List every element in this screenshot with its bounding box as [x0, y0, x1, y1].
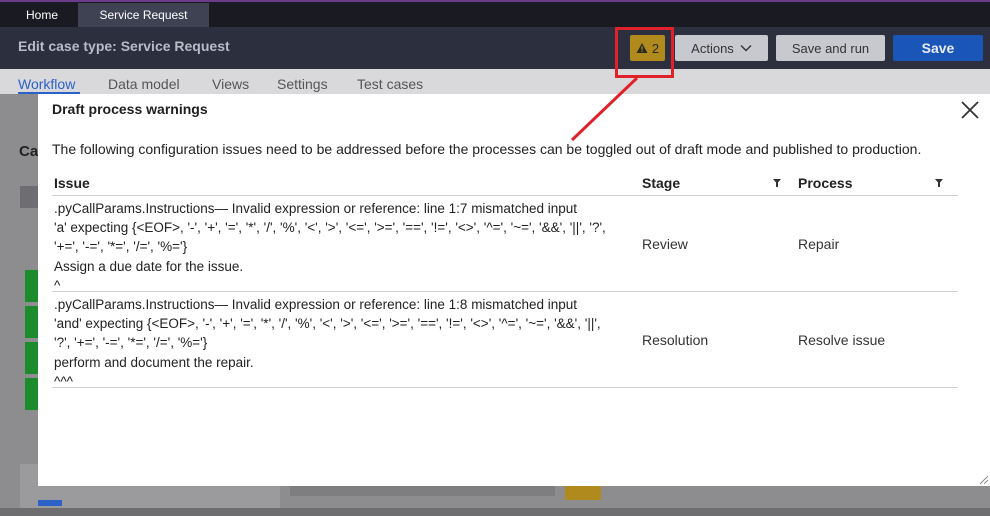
table-row: .pyCallParams.Instructions— Invalid expr… [52, 196, 958, 293]
bg-stage-block [25, 306, 39, 338]
tab-workflow[interactable]: Workflow [18, 76, 75, 92]
table-header: Issue Stage Process [52, 172, 958, 196]
bg-stage-block [25, 270, 39, 302]
column-header-stage[interactable]: Stage [642, 175, 680, 191]
case-type-header: Edit case type: Service Request 2 Action… [0, 27, 990, 69]
top-tab-bar: Home Service Request [0, 0, 990, 27]
table-row: .pyCallParams.Instructions— Invalid expr… [52, 292, 958, 389]
warnings-table: Issue Stage Process .pyCallParams.Instru… [52, 172, 958, 389]
column-header-issue: Issue [54, 175, 90, 191]
tab-settings[interactable]: Settings [277, 76, 328, 92]
tab-test-cases[interactable]: Test cases [357, 76, 423, 92]
column-header-process[interactable]: Process [798, 175, 852, 191]
process-cell: Resolve issue [798, 332, 886, 348]
dialog-title: Draft process warnings [52, 101, 208, 117]
stage-cell: Review [642, 236, 688, 252]
bg-heading: Ca [19, 143, 39, 160]
tab-home[interactable]: Home [8, 3, 76, 27]
bg-stage-block [25, 378, 39, 410]
tab-data-model[interactable]: Data model [108, 76, 180, 92]
draft-warnings-dialog: Draft process warnings The following con… [38, 94, 990, 486]
top-accent-line [0, 0, 990, 2]
resize-handle-icon[interactable] [980, 476, 988, 484]
annotation-highlight-box [615, 27, 674, 78]
close-icon[interactable] [960, 100, 980, 120]
tab-views[interactable]: Views [212, 76, 249, 92]
actions-button[interactable]: Actions [675, 35, 768, 61]
process-cell: Repair [798, 236, 840, 252]
bg-toolbar-block [20, 186, 38, 208]
save-and-run-button[interactable]: Save and run [776, 35, 885, 61]
stage-cell: Resolution [642, 332, 709, 348]
issue-text: .pyCallParams.Instructions— Invalid expr… [54, 201, 606, 293]
bg-highlight [565, 486, 601, 500]
chevron-down-icon [740, 45, 752, 52]
actions-label: Actions [691, 40, 734, 56]
bg-scrollbar[interactable] [0, 508, 990, 516]
bg-panel [290, 486, 555, 496]
filter-icon[interactable] [935, 179, 943, 187]
issue-text: .pyCallParams.Instructions— Invalid expr… [54, 297, 601, 389]
bg-progress [38, 500, 62, 506]
case-type-tabs: Workflow Data model Views Settings Test … [0, 69, 990, 94]
dialog-intro-text: The following configuration issues need … [52, 141, 922, 157]
tab-service-request[interactable]: Service Request [78, 3, 209, 27]
page-title: Edit case type: Service Request [18, 38, 230, 54]
filter-icon[interactable] [773, 179, 781, 187]
bg-stage-block [25, 342, 39, 374]
save-button[interactable]: Save [893, 35, 983, 61]
